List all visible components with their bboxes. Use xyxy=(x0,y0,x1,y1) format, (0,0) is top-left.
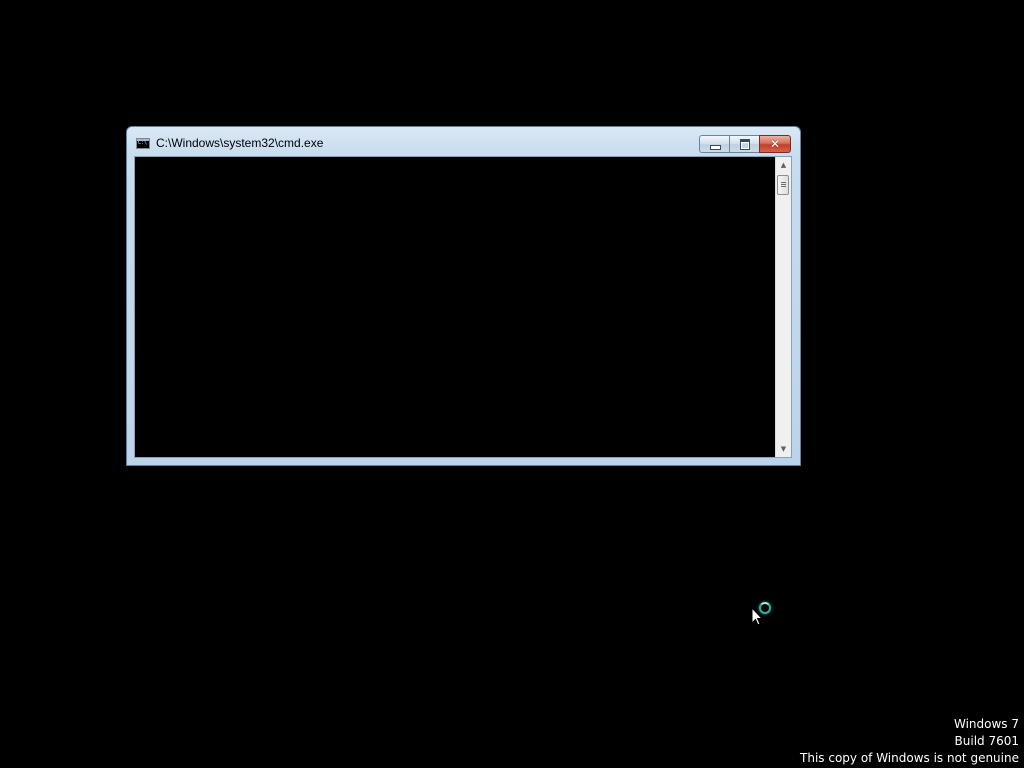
cmd-window[interactable]: C:\Windows\system32\cmd.exe ✕ ▲ xyxy=(126,126,801,466)
watermark-genuine-notice: This copy of Windows is not genuine xyxy=(800,751,1019,765)
genuine-watermark: Windows 7 Build 7601 This copy of Window… xyxy=(800,716,1019,767)
busy-ring-icon xyxy=(759,602,771,614)
minimize-button[interactable] xyxy=(699,135,730,153)
desktop: C:\Windows\system32\cmd.exe ✕ ▲ xyxy=(0,0,1024,768)
grip-icon xyxy=(781,186,786,187)
console-output[interactable] xyxy=(135,157,775,457)
grip-icon xyxy=(781,184,786,185)
title-bar[interactable]: C:\Windows\system32\cmd.exe ✕ xyxy=(127,127,800,157)
maximize-icon xyxy=(740,139,750,150)
scroll-down-button[interactable]: ▼ xyxy=(776,441,791,457)
maximize-button[interactable] xyxy=(729,135,760,153)
arrow-up-icon: ▲ xyxy=(780,161,787,169)
console-icon[interactable] xyxy=(136,138,150,149)
arrow-down-icon: ▼ xyxy=(780,445,787,453)
close-icon: ✕ xyxy=(769,137,781,151)
window-title: C:\Windows\system32\cmd.exe xyxy=(156,136,324,150)
watermark-os-name: Windows 7 xyxy=(953,717,1019,731)
watermark-build: Build 7601 xyxy=(954,734,1019,748)
console-client-area: ▲ ▼ xyxy=(134,156,792,458)
scroll-thumb[interactable] xyxy=(777,175,789,195)
caption-buttons: ✕ xyxy=(699,135,791,153)
minimize-icon xyxy=(710,145,721,150)
scroll-up-button[interactable]: ▲ xyxy=(776,157,791,173)
vertical-scrollbar[interactable]: ▲ ▼ xyxy=(775,157,791,457)
grip-icon xyxy=(781,182,786,183)
close-button[interactable]: ✕ xyxy=(759,135,791,153)
